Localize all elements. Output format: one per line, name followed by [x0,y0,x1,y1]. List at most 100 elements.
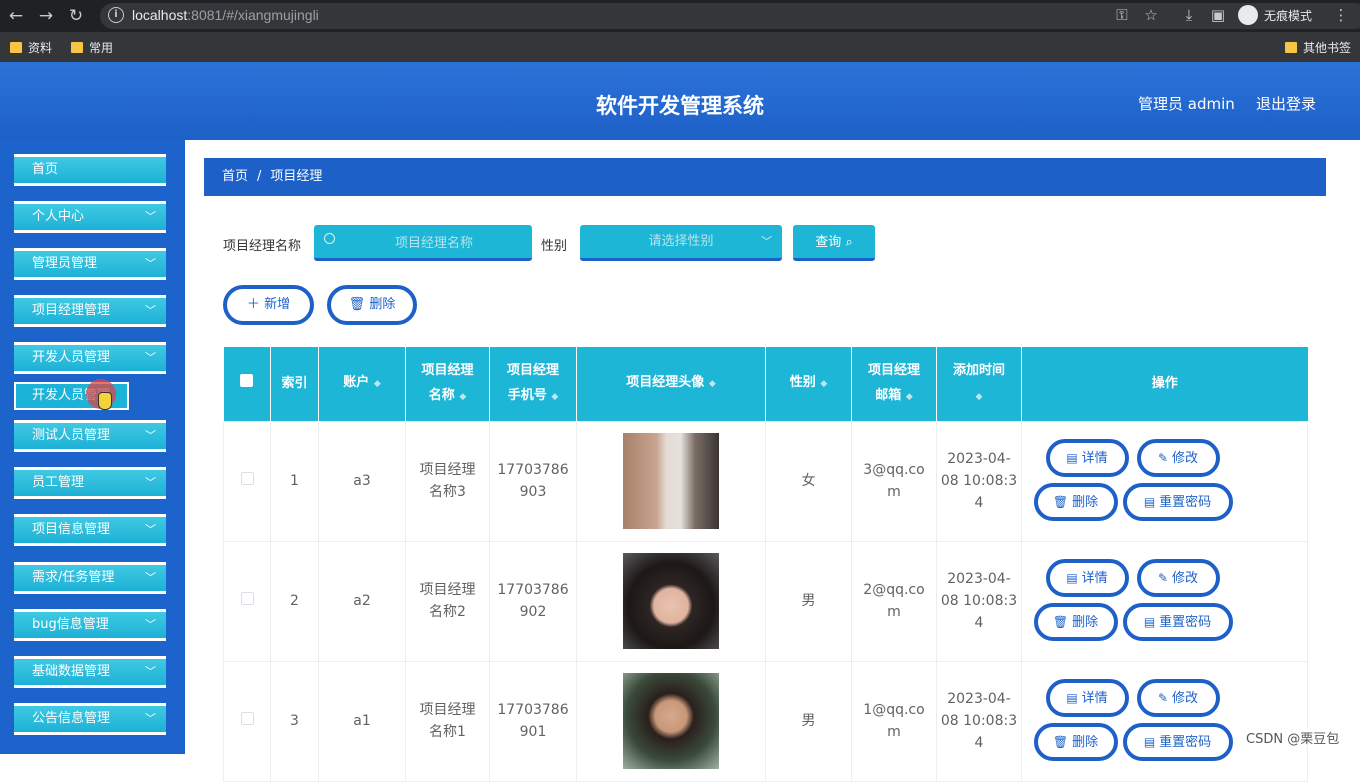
detail-button[interactable]: ▤ 详情 [1045,559,1129,597]
sort-icon[interactable]: ◆ [820,379,827,389]
sidebar-item-3[interactable]: 项目经理管理 ﹀ [14,295,166,327]
gender-select[interactable]: 请选择性别 ﹀ [580,225,782,261]
folder-icon [1285,42,1297,53]
sidebar-icon[interactable]: ▣ [1207,4,1229,26]
sidebar-item-label: 基础数据管理 [32,664,111,679]
sidebar-item-label: 需求/任务管理 [32,570,115,585]
chevron-down-icon: ﹀ [145,210,156,223]
col-email[interactable]: 项目经理 邮箱 ◆ [851,347,937,421]
select-all-checkbox[interactable] [240,374,254,388]
sidebar-item-6[interactable]: 员工管理 ﹀ [14,467,166,499]
cell-time: 2023-04- 08 10:08:3 4 [936,660,1022,782]
star-icon[interactable]: ☆ [1140,4,1162,26]
detail-button[interactable]: ▤ 详情 [1045,439,1129,477]
detail-button[interactable]: ▤ 详情 [1045,679,1129,717]
plus-icon: ＋ [246,297,260,312]
sidebar-item-5[interactable]: 测试人员管理 ﹀ [14,420,166,452]
bulk-delete-button[interactable]: 🗑 删除 [327,285,417,325]
col-time[interactable]: 添加时间 ◆ [936,347,1022,421]
avatar[interactable] [623,673,719,769]
search-icon: ⌕ [845,235,853,250]
sort-icon[interactable]: ◆ [709,379,716,389]
document-icon: ▤ [1066,451,1078,465]
incognito-indicator[interactable]: 无痕模式 [1238,4,1312,26]
chevron-down-icon: ﹀ [145,304,156,317]
col-phone[interactable]: 项目经理 手机号 ◆ [489,347,577,421]
download-icon[interactable]: ⤓ [1178,4,1200,26]
col-avatar[interactable]: 项目经理头像 ◆ [576,347,766,421]
sidebar-item-1[interactable]: 个人中心 ﹀ [14,201,166,233]
folder-icon [71,42,83,53]
sort-icon[interactable]: ◆ [374,379,381,389]
reload-icon[interactable]: ↻ [65,5,87,27]
logout-link[interactable]: 退出登录 [1256,93,1316,114]
query-button[interactable]: 查询 ⌕ [793,225,875,261]
reset-password-button[interactable]: ▤ 重置密码 [1122,723,1233,761]
sort-icon[interactable]: ◆ [551,392,558,402]
col-name[interactable]: 项目经理 名称 ◆ [405,347,490,421]
trash-icon: 🗑 [1052,735,1069,749]
gender-label: 性别 [541,239,568,254]
cell-name: 项目经理 名称2 [405,540,490,662]
breadcrumb-home[interactable]: 首页 [222,169,248,184]
row-select-cell[interactable] [223,660,271,782]
chevron-down-icon: ﹀ [145,429,156,442]
sort-icon[interactable]: ◆ [459,392,466,402]
select-all-cell[interactable] [223,347,271,421]
sidebar-item-7[interactable]: 项目信息管理 ﹀ [14,514,166,546]
forward-icon[interactable]: → [35,5,57,27]
edit-button[interactable]: ✎ 修改 [1136,679,1220,717]
bookmark-changyong[interactable]: 常用 [71,39,113,56]
back-icon[interactable]: ← [5,5,27,27]
reset-password-button[interactable]: ▤ 重置密码 [1122,603,1233,641]
sidebar-item-10[interactable]: 基础数据管理 ﹀ [14,656,166,688]
row-checkbox[interactable] [240,712,254,725]
cell-account: a3 [318,420,406,542]
row-checkbox[interactable] [240,472,254,485]
sidebar-item-0[interactable]: 首页 [14,154,166,186]
row-select-cell[interactable] [223,420,271,542]
sort-icon[interactable]: ◆ [976,392,983,402]
delete-button[interactable]: 🗑 删除 [1033,483,1118,521]
bookmark-ziliao[interactable]: 资料 [10,39,52,56]
edit-button[interactable]: ✎ 修改 [1136,439,1220,477]
chevron-down-icon: ﹀ [145,351,156,364]
sidebar-item-11[interactable]: 公告信息管理 ﹀ [14,703,166,735]
incognito-label: 无痕模式 [1264,8,1313,23]
sidebar-item-label: 开发人员管理 [32,350,111,365]
reset-password-button[interactable]: ▤ 重置密码 [1122,483,1233,521]
info-icon[interactable]: i [108,7,124,23]
cell-phone: 17703786 903 [489,420,577,542]
edit-button[interactable]: ✎ 修改 [1136,559,1220,597]
avatar[interactable] [623,433,719,529]
hand-cursor-icon [98,392,112,410]
sidebar-item-9[interactable]: bug信息管理 ﹀ [14,609,166,641]
col-ops: 操作 [1021,347,1308,421]
key-icon[interactable]: ⚿ [1111,4,1133,26]
cell-account: a1 [318,660,406,782]
col-account[interactable]: 账户 ◆ [318,347,406,421]
trash-icon: 🗑 [348,297,366,312]
cell-ops: ▤ 详情 ✎ 修改 🗑 删除 ▤ 重置密码 [1021,420,1308,542]
sidebar-item-label: 测试人员管理 [32,428,111,443]
sidebar-item-8[interactable]: 需求/任务管理 ﹀ [14,562,166,594]
delete-button[interactable]: 🗑 删除 [1033,723,1118,761]
add-button[interactable]: ＋ 新增 [223,285,314,325]
document-icon: ▤ [1143,495,1156,509]
url-text[interactable]: localhost:8081/#/xiangmujingli [132,7,319,23]
bookmark-other[interactable]: 其他书签 [1285,39,1351,56]
row-select-cell[interactable] [223,540,271,662]
sidebar-item-4[interactable]: 开发人员管理 ﹀ [14,342,166,374]
col-index: 索引 [270,347,319,421]
sidebar-item-2[interactable]: 管理员管理 ﹀ [14,248,166,280]
kebab-icon[interactable]: ⋮ [1330,4,1352,26]
address-bar[interactable]: i localhost:8081/#/xiangmujingli [100,3,1360,29]
avatar[interactable] [623,553,719,649]
name-search-field[interactable] [314,225,532,261]
name-search-input[interactable] [344,231,524,253]
sort-icon[interactable]: ◆ [906,392,913,402]
row-checkbox[interactable] [240,592,254,605]
delete-button[interactable]: 🗑 删除 [1033,603,1118,641]
cell-email: 3@qq.co m [851,420,937,542]
col-gender[interactable]: 性别 ◆ [765,347,852,421]
